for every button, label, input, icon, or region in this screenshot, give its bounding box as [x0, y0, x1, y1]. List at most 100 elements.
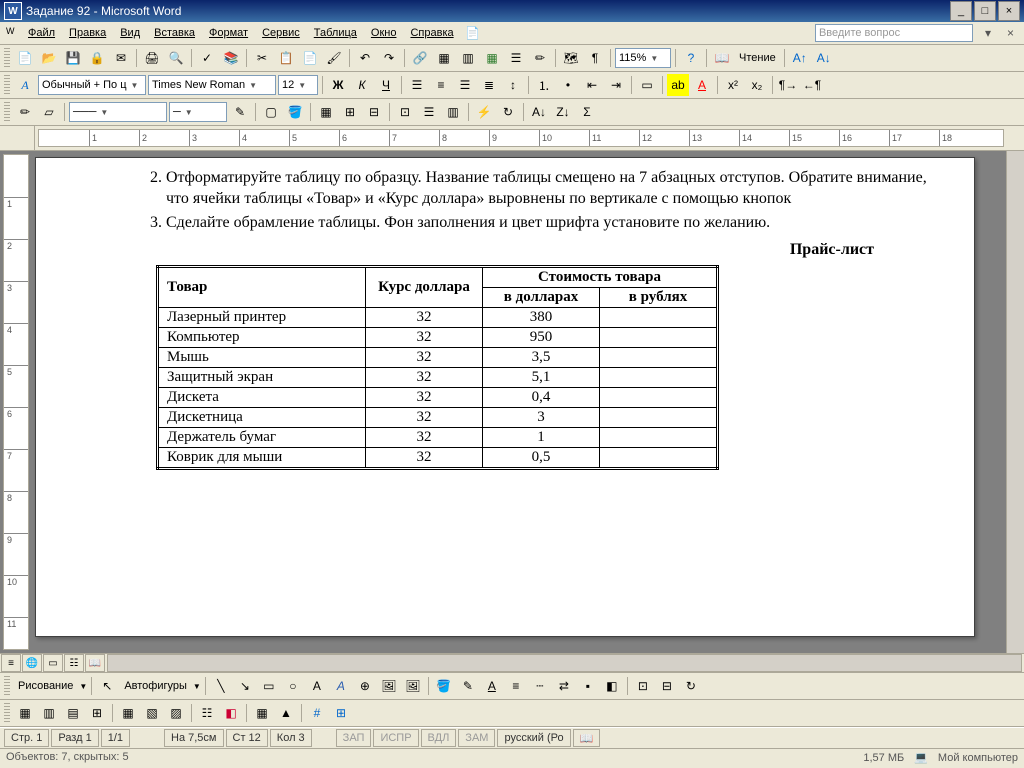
- close-button[interactable]: ×: [998, 1, 1020, 21]
- new-doc-icon[interactable]: 📄: [14, 47, 36, 69]
- toolbar-grip[interactable]: [4, 703, 10, 723]
- distribute-rows-icon[interactable]: ☰: [418, 101, 440, 123]
- table-row[interactable]: Коврик для мыши320,5: [158, 448, 718, 469]
- font-shrink-icon[interactable]: A↓: [813, 47, 835, 69]
- ltr-icon[interactable]: ¶→: [777, 74, 799, 96]
- extra11-icon[interactable]: ▲: [275, 702, 297, 724]
- border-color-icon[interactable]: ✎: [229, 101, 251, 123]
- menu-tools[interactable]: Сервис: [256, 25, 306, 41]
- text-direction-icon[interactable]: ↻: [497, 101, 519, 123]
- borders-icon[interactable]: ▭: [636, 74, 658, 96]
- extra5-icon[interactable]: ▦: [117, 702, 139, 724]
- price-table[interactable]: Товар Курс доллара Стоимость товара в до…: [156, 265, 719, 470]
- distribute-cols-icon[interactable]: ▥: [442, 101, 464, 123]
- 3d-icon[interactable]: ◧: [601, 675, 623, 697]
- menu-insert[interactable]: Вставка: [148, 25, 201, 41]
- numbering-icon[interactable]: ⒈: [533, 74, 555, 96]
- extra13-icon[interactable]: ⊞: [330, 702, 352, 724]
- sb-spell-icon[interactable]: 📖: [573, 729, 601, 747]
- justify-icon[interactable]: ≣: [478, 74, 500, 96]
- minimize-button[interactable]: _: [950, 1, 972, 21]
- font-combo[interactable]: Times New Roman▼: [148, 75, 276, 95]
- ungroup-icon[interactable]: ⊟: [656, 675, 678, 697]
- extra4-icon[interactable]: ⊞: [86, 702, 108, 724]
- oval-icon[interactable]: ○: [282, 675, 304, 697]
- outline-view-icon[interactable]: ☷: [64, 654, 84, 672]
- extra8-icon[interactable]: ☷: [196, 702, 218, 724]
- autosum-icon[interactable]: Σ: [576, 101, 598, 123]
- group-icon[interactable]: ⊡: [632, 675, 654, 697]
- extra6-icon[interactable]: ▧: [141, 702, 163, 724]
- excel-icon[interactable]: ▦: [481, 47, 503, 69]
- bullets-icon[interactable]: •: [557, 74, 579, 96]
- help-icon[interactable]: ?: [680, 47, 702, 69]
- research-icon[interactable]: 📚: [220, 47, 242, 69]
- italic-icon[interactable]: К: [351, 74, 373, 96]
- normal-view-icon[interactable]: ≡: [1, 654, 21, 672]
- showmarks-icon[interactable]: ¶: [584, 47, 606, 69]
- insert-table2-icon[interactable]: ▦: [315, 101, 337, 123]
- arrow-style-icon[interactable]: ⇄: [553, 675, 575, 697]
- toolbar-grip[interactable]: [4, 102, 10, 122]
- insert-table-icon[interactable]: ▥: [457, 47, 479, 69]
- fill-color-icon[interactable]: 🪣: [433, 675, 455, 697]
- styles-icon[interactable]: A: [14, 74, 36, 96]
- reading-icon[interactable]: 📖: [711, 47, 733, 69]
- table-row[interactable]: Лазерный принтер32380: [158, 308, 718, 328]
- line-icon[interactable]: ╲: [210, 675, 232, 697]
- docmap-icon[interactable]: 🗺: [560, 47, 582, 69]
- rtl-icon[interactable]: ←¶: [801, 74, 823, 96]
- menu-edit[interactable]: Правка: [63, 25, 112, 41]
- pdf-icon[interactable]: 📄: [462, 22, 484, 44]
- toolbar-grip[interactable]: [4, 48, 10, 68]
- extra7-icon[interactable]: ▨: [165, 702, 187, 724]
- font-color2-icon[interactable]: A: [481, 675, 503, 697]
- redo-icon[interactable]: ↷: [378, 47, 400, 69]
- table-row[interactable]: Дискета320,4: [158, 388, 718, 408]
- rect-icon[interactable]: ▭: [258, 675, 280, 697]
- permission-icon[interactable]: 🔒: [86, 47, 108, 69]
- font-grow-icon[interactable]: A↑: [789, 47, 811, 69]
- table-row[interactable]: Мышь323,5: [158, 348, 718, 368]
- split-cells-icon[interactable]: ⊟: [363, 101, 385, 123]
- extra1-icon[interactable]: ▦: [14, 702, 36, 724]
- toolbar-grip[interactable]: [4, 75, 10, 95]
- copy-icon[interactable]: 📋: [275, 47, 297, 69]
- table-row[interactable]: Держатель бумаг321: [158, 428, 718, 448]
- drawing-icon[interactable]: ✏: [529, 47, 551, 69]
- zoom-combo[interactable]: 115%▼: [615, 48, 671, 68]
- underline-icon[interactable]: Ч: [375, 74, 397, 96]
- sb-trk[interactable]: ИСПР: [373, 729, 418, 747]
- extra10-icon[interactable]: ▦: [251, 702, 273, 724]
- hyperlink-icon[interactable]: 🔗: [409, 47, 431, 69]
- eraser-icon[interactable]: ▱: [38, 101, 60, 123]
- outside-border-icon[interactable]: ▢: [260, 101, 282, 123]
- th-usd[interactable]: в долларах: [483, 288, 600, 308]
- menu-view[interactable]: Вид: [114, 25, 146, 41]
- table-row[interactable]: Защитный экран325,1: [158, 368, 718, 388]
- extra9-icon[interactable]: ◧: [220, 702, 242, 724]
- th-kurs[interactable]: Курс доллара: [366, 267, 483, 308]
- th-tovar[interactable]: Товар: [158, 267, 366, 308]
- close-doc-button[interactable]: ×: [1003, 26, 1018, 40]
- style-combo[interactable]: Обычный + По ц▼: [38, 75, 146, 95]
- list-item[interactable]: Сделайте обрамление таблицы. Фон заполне…: [166, 213, 934, 234]
- mail-icon[interactable]: ✉: [110, 47, 132, 69]
- outdent-icon[interactable]: ⇤: [581, 74, 603, 96]
- shadow-icon[interactable]: ▪: [577, 675, 599, 697]
- sb-rec[interactable]: ЗАП: [336, 729, 372, 747]
- list-item[interactable]: Отформатируйте таблицу по образцу. Назва…: [166, 168, 934, 210]
- save-icon[interactable]: 💾: [62, 47, 84, 69]
- align-tl-icon[interactable]: ⊡: [394, 101, 416, 123]
- textbox-icon[interactable]: A: [306, 675, 328, 697]
- superscript-icon[interactable]: x²: [722, 74, 744, 96]
- dash-style-icon[interactable]: ┄: [529, 675, 551, 697]
- drawing-label[interactable]: Рисование: [14, 680, 77, 692]
- arrow-icon[interactable]: ↘: [234, 675, 256, 697]
- menu-window[interactable]: Окно: [365, 25, 403, 41]
- align-left-icon[interactable]: ☰: [406, 74, 428, 96]
- sort-desc-icon[interactable]: Z↓: [552, 101, 574, 123]
- document-area[interactable]: Отформатируйте таблицу по образцу. Назва…: [29, 151, 1006, 653]
- th-stoim[interactable]: Стоимость товара: [483, 267, 718, 288]
- reading-view-icon[interactable]: 📖: [85, 654, 105, 672]
